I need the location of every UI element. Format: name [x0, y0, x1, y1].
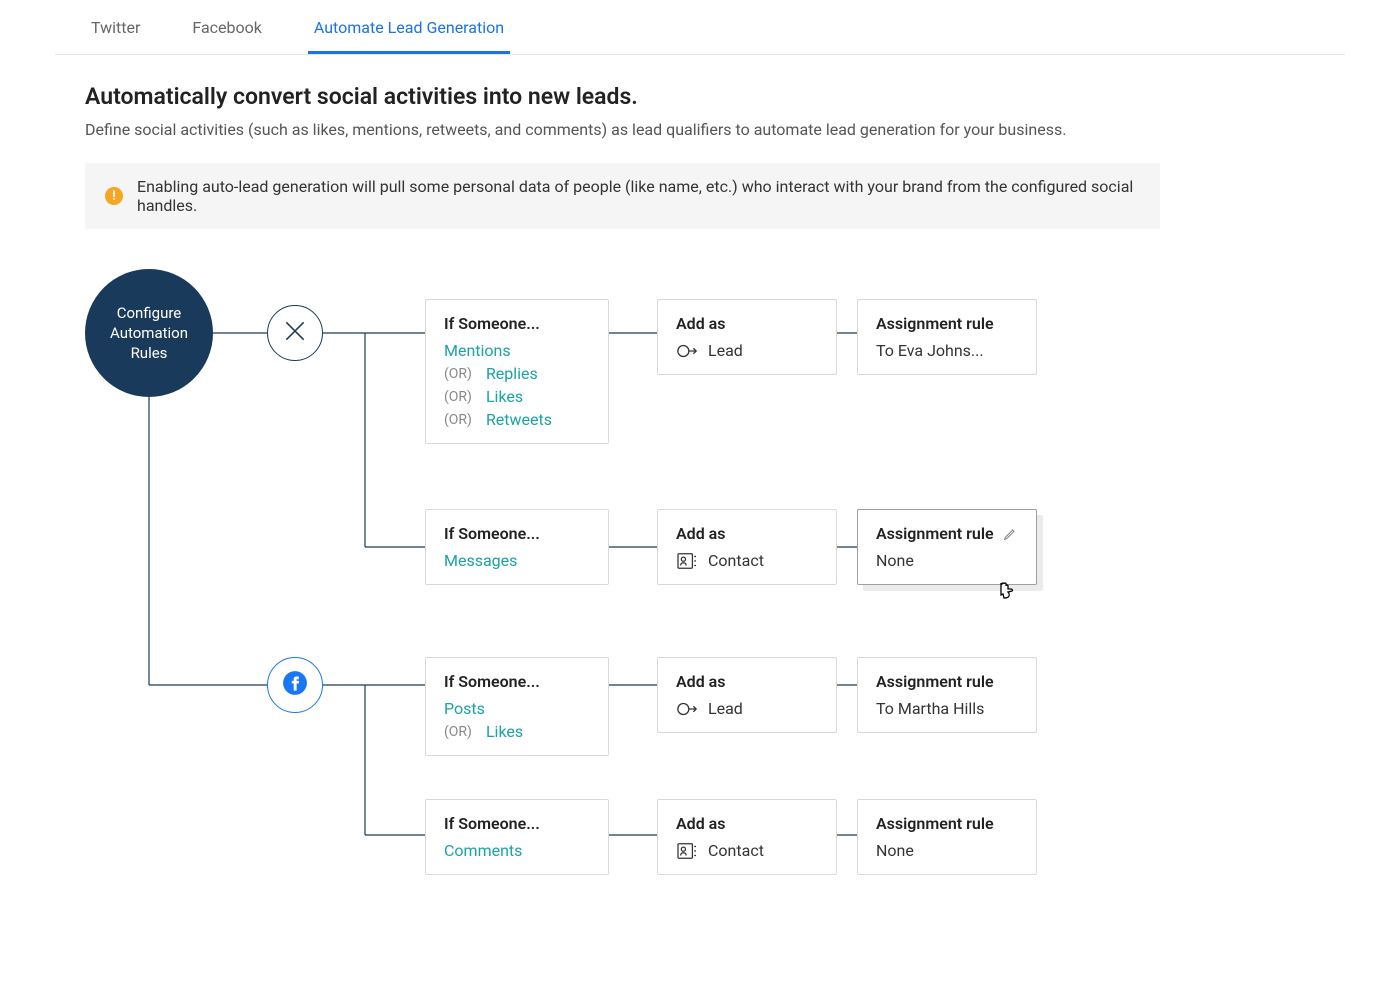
if-someone-label: If Someone... [444, 314, 590, 333]
page-subtitle: Define social activities (such as likes,… [85, 120, 1315, 139]
page-title: Automatically convert social activities … [85, 83, 1315, 110]
assignment-rule-label: Assignment rule [876, 524, 994, 543]
trigger-action: Messages [444, 551, 590, 570]
trigger-action: Replies [486, 364, 538, 383]
warning-text: Enabling auto-lead generation will pull … [137, 177, 1140, 215]
or-label: (OR) [444, 724, 472, 740]
lead-icon [676, 700, 698, 718]
if-someone-label: If Someone... [444, 524, 590, 543]
assignment-rule-label: Assignment rule [876, 814, 1018, 833]
x-icon [282, 318, 308, 348]
trigger-action: Mentions [444, 341, 590, 360]
tab-facebook[interactable]: Facebook [186, 0, 267, 54]
assignment-value: None [876, 841, 1018, 860]
assignment-value: To Eva Johns... [876, 341, 1018, 360]
or-label: (OR) [444, 412, 472, 428]
add-as-label: Add as [676, 524, 818, 543]
add-as-value: Contact [708, 841, 764, 860]
configure-automation-rules-node[interactable]: Configure Automation Rules [85, 269, 213, 397]
add-as-label: Add as [676, 814, 818, 833]
add-as-label: Add as [676, 314, 818, 333]
tab-twitter[interactable]: Twitter [85, 0, 146, 54]
assignment-rule-card[interactable]: Assignment rule None [857, 799, 1037, 875]
configure-automation-rules-label: Configure Automation Rules [95, 303, 203, 364]
trigger-action: Posts [444, 699, 590, 718]
contact-icon [676, 552, 698, 570]
warning-banner: ! Enabling auto-lead generation will pul… [85, 163, 1160, 229]
assignment-rule-label: Assignment rule [876, 314, 1018, 333]
or-label: (OR) [444, 389, 472, 405]
facebook-source-node[interactable] [267, 657, 323, 713]
add-as-card[interactable]: Add as Lead [657, 299, 837, 375]
add-as-card[interactable]: Add as Contact [657, 509, 837, 585]
tabs-bar: Twitter Facebook Automate Lead Generatio… [55, 0, 1345, 55]
if-someone-card[interactable]: If Someone... Posts (OR) Likes [425, 657, 609, 756]
trigger-action: Retweets [486, 410, 552, 429]
assignment-rule-card[interactable]: Assignment rule To Eva Johns... [857, 299, 1037, 375]
warning-icon: ! [105, 187, 123, 205]
add-as-label: Add as [676, 672, 818, 691]
lead-icon [676, 342, 698, 360]
add-as-card[interactable]: Add as Contact [657, 799, 837, 875]
assignment-value: None [876, 551, 1018, 570]
or-label: (OR) [444, 366, 472, 382]
edit-icon[interactable] [1002, 526, 1018, 542]
automation-flow: Configure Automation Rules If Someone...… [85, 269, 1315, 909]
add-as-value: Lead [708, 699, 743, 718]
assignment-rule-card[interactable]: Assignment rule To Martha Hills [857, 657, 1037, 733]
add-as-value: Lead [708, 341, 743, 360]
add-as-card[interactable]: Add as Lead [657, 657, 837, 733]
twitter-source-node[interactable] [267, 305, 323, 361]
contact-icon [676, 842, 698, 860]
if-someone-card[interactable]: If Someone... Mentions (OR) Replies (OR) L… [425, 299, 609, 444]
facebook-icon [282, 670, 308, 700]
trigger-action: Likes [486, 387, 523, 406]
tab-automate-lead-generation[interactable]: Automate Lead Generation [308, 0, 510, 54]
trigger-action: Comments [444, 841, 590, 860]
assignment-rule-label: Assignment rule [876, 672, 1018, 691]
trigger-action: Likes [486, 722, 523, 741]
assignment-rule-card[interactable]: Assignment rule None [857, 509, 1037, 585]
if-someone-label: If Someone... [444, 672, 590, 691]
assignment-value: To Martha Hills [876, 699, 1018, 718]
if-someone-card[interactable]: If Someone... Comments [425, 799, 609, 875]
if-someone-card[interactable]: If Someone... Messages [425, 509, 609, 585]
if-someone-label: If Someone... [444, 814, 590, 833]
add-as-value: Contact [708, 551, 764, 570]
